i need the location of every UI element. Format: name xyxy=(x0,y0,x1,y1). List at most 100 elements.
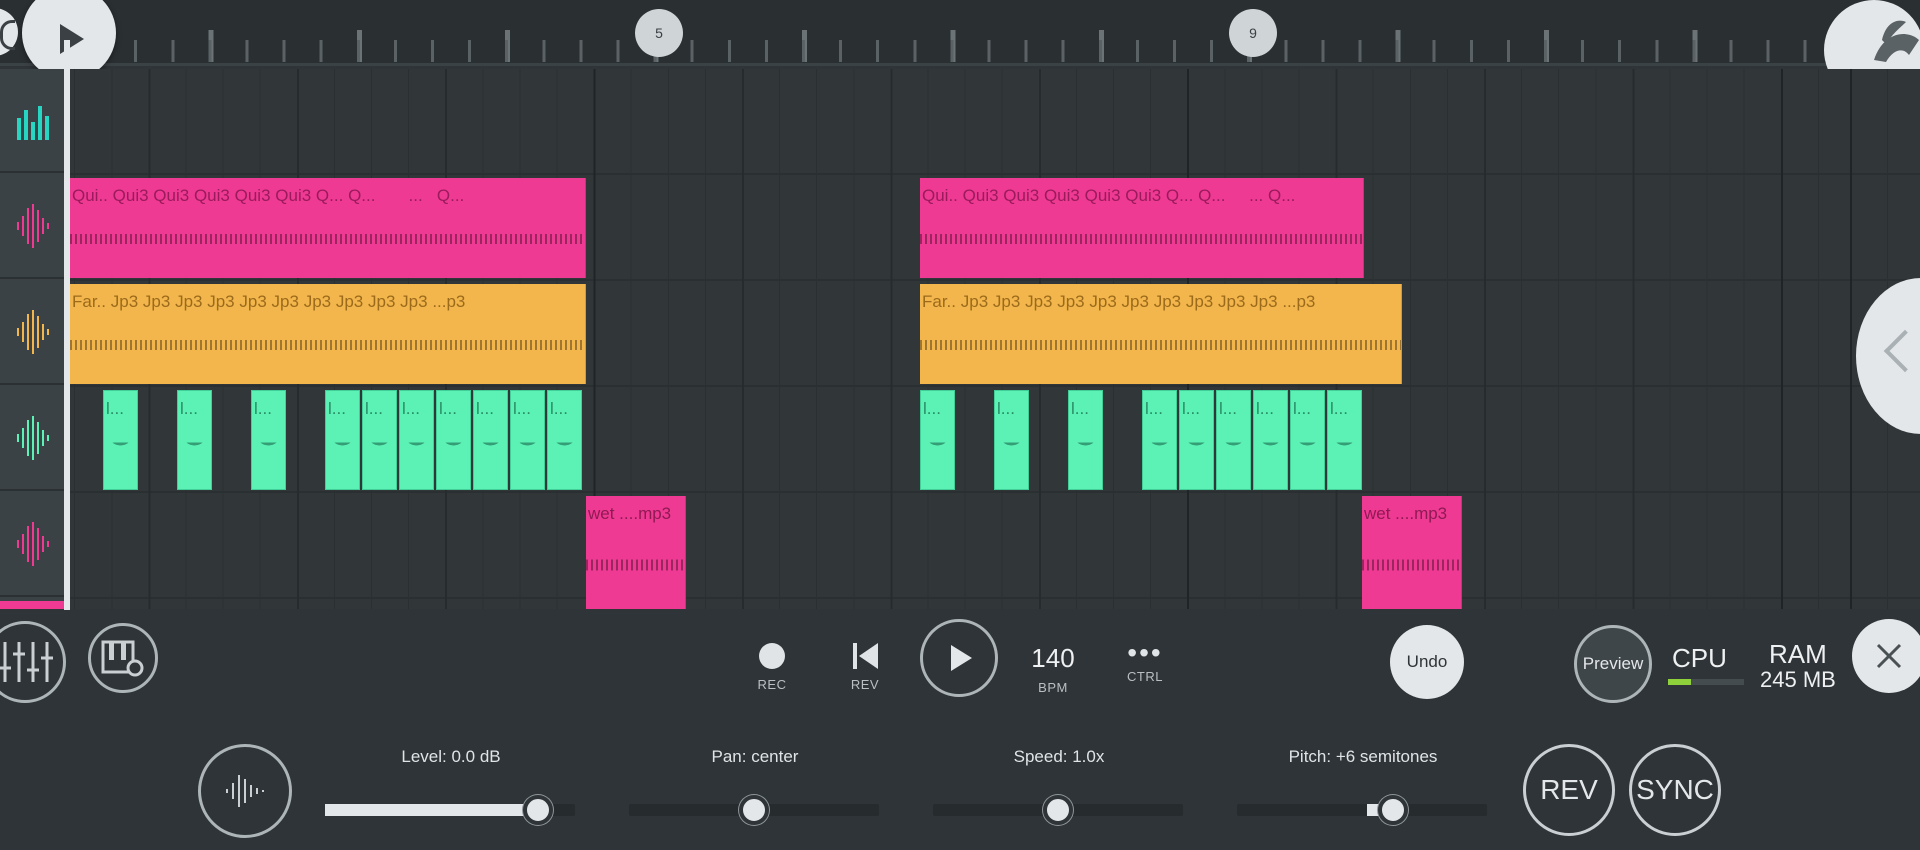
clip-mint[interactable]: l... xyxy=(251,390,286,490)
clip-pink-a[interactable]: Qui.. Qui3 Qui3 Qui3 Qui3 Qui3 Q... Q...… xyxy=(70,178,586,278)
mixer-sliders-icon xyxy=(0,642,53,682)
clip-waveform xyxy=(104,428,137,470)
loop-icon[interactable] xyxy=(0,8,18,56)
clip-waveform xyxy=(586,545,685,585)
clip-wet-b[interactable]: wet ....mp3 xyxy=(1362,496,1462,609)
clip-waveform xyxy=(326,428,359,470)
clip-waveform xyxy=(70,328,585,362)
waveform-icon xyxy=(17,204,49,248)
clip-waveform xyxy=(1328,428,1361,470)
clip-mint[interactable]: l... xyxy=(1142,390,1177,490)
track-header-3[interactable] xyxy=(0,387,66,491)
clip-label: Far.. Jp3 Jp3 Jp3 Jp3 Jp3 Jp3 Jp3 Jp3 Jp… xyxy=(922,292,1316,311)
pitch-slider[interactable] xyxy=(1237,804,1487,816)
ruler-minor-ticks xyxy=(60,40,1920,62)
clip-mint[interactable]: l... xyxy=(325,390,360,490)
waveform-icon xyxy=(17,522,49,566)
playlist-grid[interactable]: Qui.. Qui3 Qui3 Qui3 Qui3 Qui3 Q... Q...… xyxy=(0,69,1920,609)
clip-mint[interactable]: l... xyxy=(103,390,138,490)
speed-slider-knob[interactable] xyxy=(1043,795,1073,825)
timeline-ruler[interactable]: 5 9 xyxy=(0,0,1920,100)
arrangement-window: 5 9 Qui.. Qui3 Qui3 Qui3 Qui3 Qui3 Q... … xyxy=(0,0,1920,850)
level-label: Level: 0.0 dB xyxy=(401,747,501,766)
ram-display: RAM 245 MB xyxy=(1760,641,1836,693)
playhead[interactable] xyxy=(64,40,70,610)
clip-mint[interactable]: l... xyxy=(1068,390,1103,490)
cpu-meter xyxy=(1668,679,1744,685)
clip-mint[interactable]: l... xyxy=(510,390,545,490)
pitch-label: Pitch: +6 semitones xyxy=(1288,747,1438,766)
clip-label: l... xyxy=(106,399,124,418)
clip-mint[interactable]: l... xyxy=(1216,390,1251,490)
pitch-slider-knob[interactable] xyxy=(1378,795,1408,825)
clip-waveform xyxy=(1291,428,1324,470)
clip-wet-a[interactable]: wet ....mp3 xyxy=(586,496,686,609)
clip-label: l... xyxy=(365,399,383,418)
undo-button[interactable]: Undo xyxy=(1390,625,1464,699)
record-icon xyxy=(759,643,785,669)
close-button[interactable] xyxy=(1852,619,1920,693)
tempo-control[interactable]: 140 BPM xyxy=(1022,643,1084,695)
speed-label: Speed: 1.0x xyxy=(1013,747,1105,766)
clip-label: l... xyxy=(328,399,346,418)
reverse-button[interactable]: REV xyxy=(1523,744,1615,836)
clip-waveform xyxy=(474,428,507,470)
clip-mint[interactable]: l... xyxy=(362,390,397,490)
pan-slider-knob[interactable] xyxy=(739,795,769,825)
clip-mint[interactable]: l... xyxy=(473,390,508,490)
clip-mint[interactable]: l... xyxy=(436,390,471,490)
play-button[interactable] xyxy=(920,619,998,697)
piano-settings-icon xyxy=(101,640,144,677)
clip-mint[interactable]: l... xyxy=(920,390,955,490)
clip-label: Qui.. Qui3 Qui3 Qui3 Qui3 Qui3 Q... Q...… xyxy=(922,186,1296,205)
level-slider-knob[interactable] xyxy=(523,795,553,825)
clip-label: l... xyxy=(1145,399,1163,418)
record-button[interactable]: REC xyxy=(742,643,802,692)
clip-mint[interactable]: l... xyxy=(1253,390,1288,490)
clip-waveform xyxy=(511,428,544,470)
record-label: REC xyxy=(757,677,787,692)
clip-orange-b[interactable]: Far.. Jp3 Jp3 Jp3 Jp3 Jp3 Jp3 Jp3 Jp3 Jp… xyxy=(920,284,1402,384)
ram-value: 245 MB xyxy=(1760,667,1836,692)
clip-waveform xyxy=(995,428,1028,470)
clip-waveform xyxy=(1362,545,1461,585)
clip-label: l... xyxy=(476,399,494,418)
waveform-icon xyxy=(17,310,49,354)
mixer-button[interactable] xyxy=(0,621,66,703)
pan-label: Pan: center xyxy=(711,747,799,766)
piano-roll-settings-button[interactable] xyxy=(88,623,158,693)
clip-label: l... xyxy=(1182,399,1200,418)
clip-orange-a[interactable]: Far.. Jp3 Jp3 Jp3 Jp3 Jp3 Jp3 Jp3 Jp3 Jp… xyxy=(70,284,586,384)
clip-mint[interactable]: l... xyxy=(1290,390,1325,490)
clip-label: l... xyxy=(1293,399,1311,418)
waveform-icon xyxy=(17,416,49,460)
clip-mint[interactable]: l... xyxy=(1327,390,1362,490)
clip-offscreen-edge xyxy=(0,601,64,609)
preview-button[interactable]: Preview xyxy=(1574,625,1652,703)
clip-waveform xyxy=(1180,428,1213,470)
rewind-button[interactable]: REV xyxy=(835,641,895,692)
track-header-0[interactable] xyxy=(0,69,66,173)
track-headers xyxy=(0,69,66,609)
track-header-4[interactable] xyxy=(0,493,66,597)
clip-pink-b[interactable]: Qui.. Qui3 Qui3 Qui3 Qui3 Qui3 Q... Q...… xyxy=(920,178,1364,278)
clip-mint[interactable]: l... xyxy=(994,390,1029,490)
clip-waveform xyxy=(920,222,1363,256)
clip-mint[interactable]: l... xyxy=(399,390,434,490)
bar-marker-5[interactable]: 5 xyxy=(635,9,683,57)
clip-mint[interactable]: l... xyxy=(547,390,582,490)
clip-waveform xyxy=(400,428,433,470)
track-header-1[interactable] xyxy=(0,175,66,279)
bar-marker-9[interactable]: 9 xyxy=(1229,9,1277,57)
sync-button[interactable]: SYNC xyxy=(1629,744,1721,836)
clip-mint[interactable]: l... xyxy=(1179,390,1214,490)
clip-label: Far.. Jp3 Jp3 Jp3 Jp3 Jp3 Jp3 Jp3 Jp3 Jp… xyxy=(72,292,466,311)
sample-waveform-button[interactable] xyxy=(198,744,292,838)
clip-waveform xyxy=(548,428,581,470)
ctrl-button[interactable]: ••• CTRL xyxy=(1115,639,1175,685)
clip-label: wet ....mp3 xyxy=(588,504,672,523)
track-header-2[interactable] xyxy=(0,281,66,385)
clip-label: l... xyxy=(254,399,272,418)
close-icon xyxy=(1876,643,1902,669)
clip-mint[interactable]: l... xyxy=(177,390,212,490)
